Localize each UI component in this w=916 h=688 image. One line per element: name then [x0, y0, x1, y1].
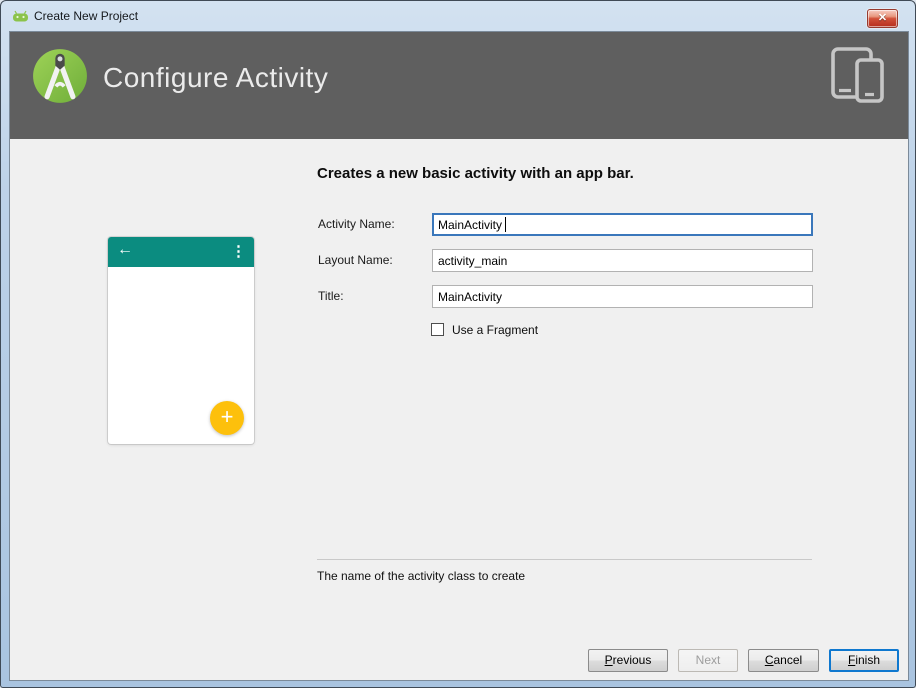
title-field-wrap	[432, 285, 813, 308]
titlebar[interactable]: Create New Project ✕	[1, 1, 915, 31]
helper-divider	[317, 559, 812, 560]
previous-button[interactable]: Previous	[588, 649, 668, 672]
create-new-project-window: Create New Project ✕	[0, 0, 916, 688]
previous-label: revious	[613, 653, 652, 667]
activity-name-label: Activity Name:	[318, 213, 395, 236]
layout-name-input[interactable]	[432, 249, 813, 272]
text-caret	[505, 217, 506, 232]
wizard-button-bar: Previous Next Cancel Finish	[588, 649, 899, 672]
plus-glyph: +	[221, 404, 234, 429]
template-description-heading: Creates a new basic activity with an app…	[317, 165, 634, 182]
overflow-menu-icon: ⋮	[231, 242, 246, 260]
activity-name-input[interactable]	[432, 213, 813, 236]
fab-plus-icon: +	[210, 401, 244, 435]
android-icon	[12, 10, 29, 23]
wizard-step-title: Configure Activity	[103, 62, 328, 94]
window-title: Create New Project	[34, 1, 138, 31]
cancel-label: ancel	[773, 653, 802, 667]
next-label: Next	[696, 653, 721, 667]
finish-button[interactable]: Finish	[829, 649, 899, 672]
activity-preview-thumbnail: ← ⋮ +	[108, 237, 254, 444]
use-fragment-label[interactable]: Use a Fragment	[452, 323, 538, 337]
android-studio-logo-icon	[31, 47, 89, 105]
use-fragment-checkbox[interactable]	[431, 323, 444, 336]
finish-label: inish	[855, 653, 880, 667]
title-input[interactable]	[432, 285, 813, 308]
field-helper-text: The name of the activity class to create	[317, 569, 525, 583]
wizard-header: Configure Activity	[10, 32, 908, 139]
wizard-dialog: Configure Activity Creates a new basic a…	[9, 31, 909, 681]
title-label: Title:	[318, 285, 344, 308]
phone-tablet-icon	[826, 45, 892, 107]
close-button[interactable]: ✕	[867, 9, 898, 28]
cancel-button[interactable]: Cancel	[748, 649, 819, 672]
window-frame: Create New Project ✕	[0, 0, 916, 688]
activity-name-field-wrap	[432, 213, 813, 236]
previous-mnemonic: P	[605, 653, 613, 667]
back-arrow-icon: ←	[117, 241, 133, 259]
next-button: Next	[678, 649, 738, 672]
close-icon: ✕	[878, 12, 887, 24]
layout-name-field-wrap	[432, 249, 813, 272]
preview-appbar: ← ⋮	[108, 237, 254, 267]
layout-name-label: Layout Name:	[318, 249, 393, 272]
